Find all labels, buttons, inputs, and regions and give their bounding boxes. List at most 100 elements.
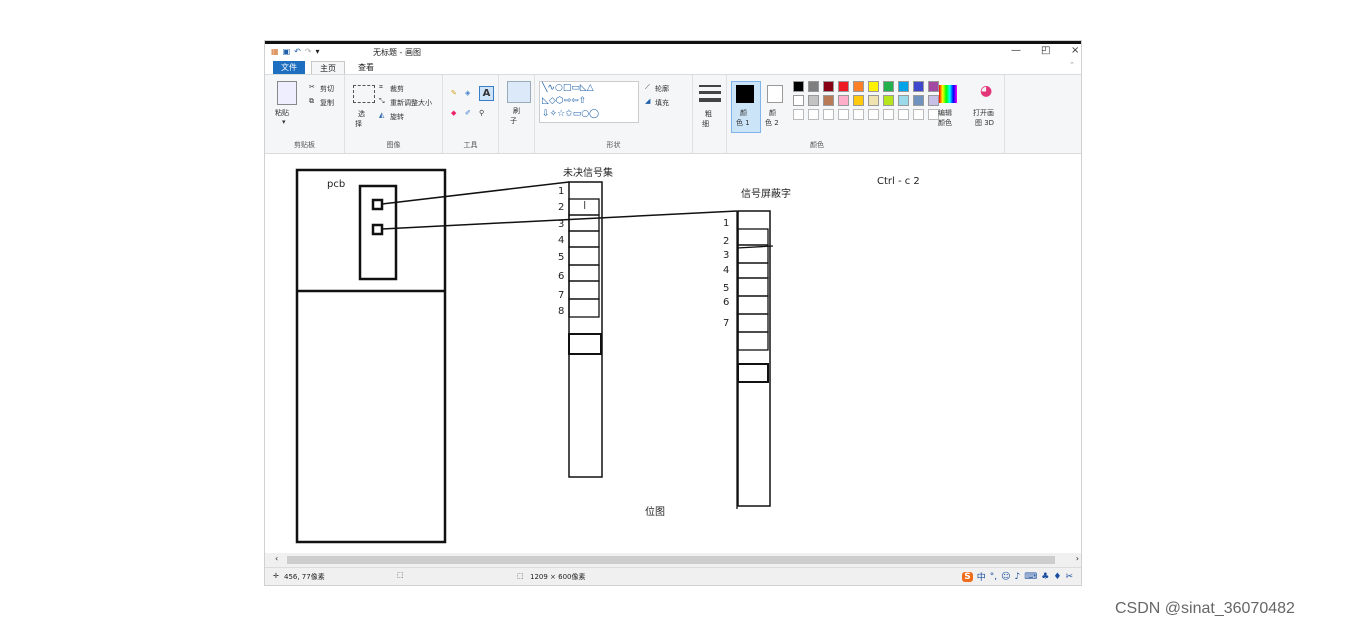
palette-swatch[interactable] xyxy=(928,81,939,92)
palette-swatch[interactable] xyxy=(808,95,819,106)
window-title: 无标题 - 画图 xyxy=(373,48,421,57)
clipboard-group: 粘贴 ▾ ✂ 剪切 ⧉ 复制 剪贴板 xyxy=(265,75,345,153)
size-label-1[interactable]: 粗 xyxy=(705,109,712,119)
paint3d-label-1[interactable]: 打开画 xyxy=(973,108,994,118)
palette-swatch[interactable] xyxy=(793,81,804,92)
palette-swatch[interactable] xyxy=(898,95,909,106)
size-label-2[interactable]: 细 xyxy=(702,119,709,129)
outline-button[interactable]: 轮廓 xyxy=(655,84,669,94)
color1-label-1: 颜 xyxy=(740,109,747,117)
palette-swatch[interactable] xyxy=(913,95,924,106)
toolbox-icon[interactable]: ♣ xyxy=(1041,572,1049,582)
custom-color-slot[interactable] xyxy=(913,109,924,120)
drawing-canvas[interactable]: pcb 未决信号集 信号屏蔽字 Ctrl - c 2 位图 I 1 2 3 4 5 6 7 8… xyxy=(271,154,1074,550)
edit-colors-label-2[interactable]: 颜色 xyxy=(938,118,952,128)
undo-icon[interactable]: ↶ xyxy=(294,47,301,56)
pencil-icon[interactable]: ✎ xyxy=(451,89,457,97)
paste-label[interactable]: 粘贴 xyxy=(275,108,289,118)
size-line-2 xyxy=(699,91,721,94)
shapes-gallery[interactable]: ╲∿○□▭◺△ ◺◇⬡⇨⇦⇧ ⇩✧☆✩▭○◯ xyxy=(539,81,639,123)
select-label-2[interactable]: 择 xyxy=(355,119,362,129)
color-picker-icon[interactable]: ✐ xyxy=(465,109,471,117)
minimize-button[interactable]: — xyxy=(1011,45,1021,56)
fill-button[interactable]: 填充 xyxy=(655,98,669,108)
magnifier-icon[interactable]: ⚲ xyxy=(479,109,484,117)
emoji-icon[interactable]: ☺ xyxy=(1001,572,1010,582)
edit-colors-label-1[interactable]: 编辑 xyxy=(938,108,952,118)
palette-swatch[interactable] xyxy=(838,81,849,92)
tab-home[interactable]: 主页 xyxy=(311,61,345,74)
palette-swatch[interactable] xyxy=(883,81,894,92)
customize-qa-icon[interactable]: ▾ xyxy=(316,47,320,56)
resize-button[interactable]: 重新调整大小 xyxy=(390,98,432,108)
custom-color-slot[interactable] xyxy=(853,109,864,120)
crop-button[interactable]: 裁剪 xyxy=(390,84,404,94)
skin-icon[interactable]: ♦ xyxy=(1053,572,1061,582)
custom-color-slot[interactable] xyxy=(883,109,894,120)
palette-swatch[interactable] xyxy=(823,95,834,106)
keyboard-icon[interactable]: ⌨ xyxy=(1024,572,1037,582)
wrench-icon[interactable]: ✂ xyxy=(1065,572,1073,582)
palette-swatch[interactable] xyxy=(808,81,819,92)
text-tool-icon[interactable]: A xyxy=(479,86,494,101)
paste-dropdown-icon[interactable]: ▾ xyxy=(282,118,286,126)
tab-view[interactable]: 查看 xyxy=(350,61,382,74)
scrollbar-thumb[interactable] xyxy=(287,556,1055,564)
fill-bucket-icon[interactable]: ◈ xyxy=(465,89,470,97)
paste-icon[interactable] xyxy=(277,81,297,105)
eraser-icon[interactable]: ◆ xyxy=(451,109,456,117)
palette-swatch[interactable] xyxy=(883,95,894,106)
save-icon[interactable]: ▣ xyxy=(283,47,291,56)
color2-label-1: 颜 xyxy=(769,109,776,117)
copy-button[interactable]: 复制 xyxy=(320,98,334,108)
sogou-logo-icon[interactable]: S xyxy=(962,571,973,582)
mask-number: 5 xyxy=(723,283,730,294)
palette-swatch[interactable] xyxy=(823,81,834,92)
microphone-icon[interactable]: ♪ xyxy=(1015,572,1021,582)
redo-icon[interactable]: ↷ xyxy=(305,47,312,56)
canvas-size: 1209 × 600像素 xyxy=(530,573,586,581)
palette-swatch[interactable] xyxy=(868,95,879,106)
restore-button[interactable]: ◰ xyxy=(1041,45,1050,56)
edit-colors-icon[interactable] xyxy=(939,85,957,103)
collapse-ribbon-icon[interactable]: ⌃ xyxy=(1069,61,1075,69)
custom-color-slot[interactable] xyxy=(898,109,909,120)
palette-swatch[interactable] xyxy=(868,81,879,92)
size-line-1 xyxy=(699,85,721,87)
paint3d-label-2[interactable]: 图 3D xyxy=(975,118,994,128)
colors-group-label: 颜色 xyxy=(810,141,824,149)
pending-number: 2 xyxy=(558,202,565,213)
custom-color-slot[interactable] xyxy=(868,109,879,120)
palette-swatch[interactable] xyxy=(793,95,804,106)
brush-label-2[interactable]: 子 xyxy=(510,116,517,126)
palette-swatch[interactable] xyxy=(913,81,924,92)
select-icon[interactable] xyxy=(353,85,375,103)
ctrl-c-note: Ctrl - c 2 xyxy=(877,176,920,187)
custom-color-slot[interactable] xyxy=(793,109,804,120)
palette-swatch[interactable] xyxy=(838,95,849,106)
select-label-1[interactable]: 选 xyxy=(358,109,365,119)
color2-swatch[interactable] xyxy=(767,85,783,103)
custom-color-slot[interactable] xyxy=(838,109,849,120)
custom-color-slot[interactable] xyxy=(808,109,819,120)
cut-button[interactable]: 剪切 xyxy=(320,84,334,94)
rotate-button[interactable]: 旋转 xyxy=(390,112,404,122)
tab-file[interactable]: 文件 xyxy=(273,61,305,74)
brush-icon[interactable] xyxy=(507,81,531,103)
scroll-left-icon[interactable]: ‹ xyxy=(275,554,278,563)
palette-swatch[interactable] xyxy=(898,81,909,92)
palette-swatch[interactable] xyxy=(928,95,939,106)
palette-swatch[interactable] xyxy=(853,95,864,106)
close-button[interactable]: × xyxy=(1071,45,1079,56)
palette-swatch[interactable] xyxy=(853,81,864,92)
resize-icon: ⤡ xyxy=(379,97,385,105)
quick-access-toolbar: ▦ ▣ ↶ ↷ ▾ xyxy=(271,47,320,56)
pending-pointer-line xyxy=(381,181,570,205)
custom-color-slot[interactable] xyxy=(823,109,834,120)
punctuation-icon[interactable]: °, xyxy=(990,572,997,582)
scroll-right-icon[interactable]: › xyxy=(1076,554,1079,563)
paint3d-icon[interactable]: ◕ xyxy=(980,83,992,99)
ime-mode[interactable]: 中 xyxy=(977,570,986,583)
brush-label-1[interactable]: 刷 xyxy=(513,106,520,116)
horizontal-scrollbar[interactable]: ‹ › xyxy=(265,553,1081,567)
